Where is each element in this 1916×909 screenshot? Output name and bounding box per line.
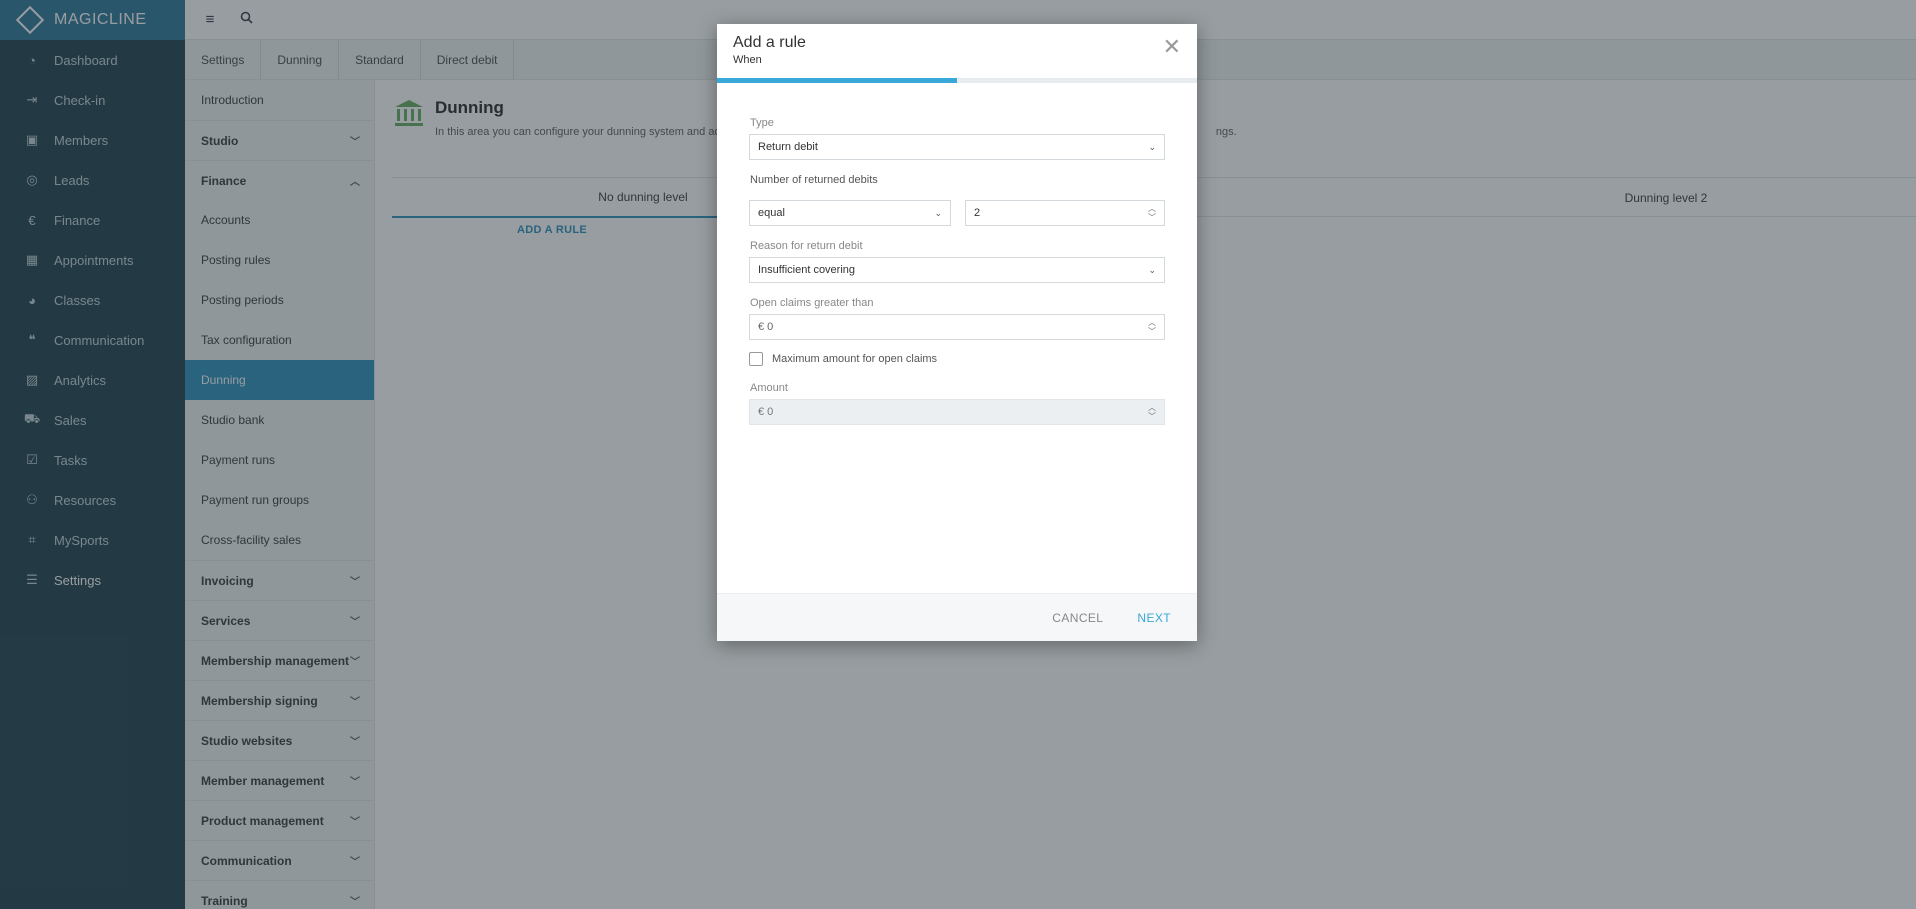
open-claims-value: € 0 — [758, 321, 774, 333]
dialog-body: Type Return debit ⌄ Number of returned d… — [717, 83, 1197, 593]
max-amount-option: Maximum amount for open claims — [749, 352, 1165, 366]
open-claims-input[interactable]: € 0 ︿ ﹀ — [749, 314, 1165, 340]
chevron-down-icon: ﹀ — [1148, 412, 1156, 421]
operator-select-value: equal — [758, 207, 785, 219]
open-claims-label: Open claims greater than — [750, 297, 874, 309]
reason-select[interactable]: Insufficient covering ⌄ — [749, 257, 1165, 283]
close-icon[interactable]: ✕ — [1163, 36, 1181, 58]
max-amount-checkbox-label[interactable]: Maximum amount for open claims — [772, 353, 937, 365]
chevron-down-icon: ⌄ — [934, 207, 942, 218]
reason-select-value: Insufficient covering — [758, 264, 856, 276]
returned-debits-label: Number of returned debits — [750, 174, 878, 186]
add-rule-dialog: Add a rule When ✕ Type Return debit ⌄ Nu… — [717, 24, 1197, 641]
dialog-header: Add a rule When ✕ — [717, 24, 1197, 78]
dialog-title: Add a rule — [733, 34, 806, 51]
chevron-down-icon: ⌄ — [1148, 141, 1156, 152]
chevron-up-icon: ︿ — [1148, 403, 1156, 412]
returned-count-value: 2 — [974, 207, 981, 219]
chevron-down-icon[interactable]: ﹀ — [1148, 327, 1156, 336]
dialog-step-name: When — [733, 54, 762, 66]
amount-input: € 0 ︿ ﹀ — [749, 399, 1165, 425]
max-amount-checkbox[interactable] — [749, 352, 763, 366]
returned-count-input[interactable]: 2 ︿ ﹀ — [965, 200, 1165, 226]
next-button[interactable]: NEXT — [1127, 611, 1181, 625]
number-spinner: ︿ ﹀ — [1148, 403, 1156, 421]
amount-label: Amount — [750, 382, 788, 394]
type-select[interactable]: Return debit ⌄ — [749, 134, 1165, 160]
chevron-down-icon[interactable]: ﹀ — [1148, 213, 1156, 222]
operator-select[interactable]: equal ⌄ — [749, 200, 951, 226]
cancel-button[interactable]: CANCEL — [1042, 611, 1113, 625]
chevron-up-icon[interactable]: ︿ — [1148, 318, 1156, 327]
dialog-footer: CANCEL NEXT — [717, 593, 1197, 641]
reason-label: Reason for return debit — [750, 240, 863, 252]
chevron-down-icon: ⌄ — [1148, 264, 1156, 275]
type-label: Type — [750, 117, 774, 129]
type-select-value: Return debit — [758, 141, 818, 153]
chevron-up-icon[interactable]: ︿ — [1148, 204, 1156, 213]
amount-value: € 0 — [758, 406, 774, 418]
number-spinner[interactable]: ︿ ﹀ — [1148, 318, 1156, 336]
number-spinner[interactable]: ︿ ﹀ — [1148, 204, 1156, 222]
